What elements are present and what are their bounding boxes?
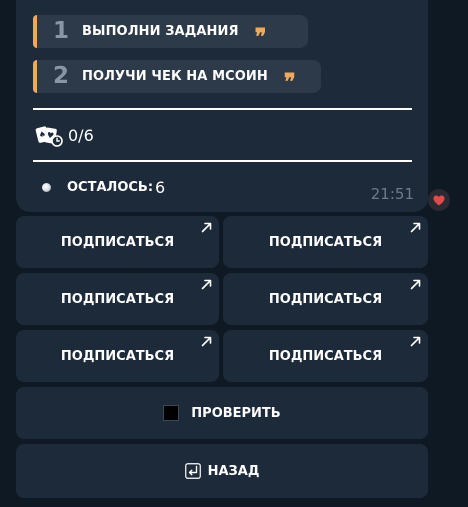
divider-line (33, 160, 412, 162)
remaining-value: 6 (155, 177, 166, 197)
subscribe-button-1[interactable]: ПОДПИСАТЬСЯ (16, 216, 219, 268)
quote-icon: ❞ (254, 23, 267, 50)
reaction-badge[interactable] (428, 189, 450, 211)
button-label: ПОДПИСАТЬСЯ (60, 291, 175, 307)
subscribe-button-6[interactable]: ПОДПИСАТЬСЯ (223, 330, 428, 382)
subscribe-button-3[interactable]: ПОДПИСАТЬСЯ (16, 273, 219, 325)
divider-line (33, 108, 412, 110)
external-link-arrow-icon (410, 222, 421, 233)
external-link-arrow-icon (201, 222, 212, 233)
button-label: ПОДПИСАТЬСЯ (60, 348, 175, 364)
bot-message-bubble: 1 ВЫПОЛНИ ЗАДАНИЯ ❞ 2 ПОЛУЧИ ЧЕК НА MCOИ… (16, 0, 428, 212)
step-number: 2 (52, 63, 69, 89)
external-link-arrow-icon (201, 279, 212, 290)
progress-value: 0/6 (68, 125, 94, 145)
button-label: ПОДПИСАТЬСЯ (268, 291, 383, 307)
subscribe-button-5[interactable]: ПОДПИСАТЬСЯ (16, 330, 219, 382)
button-label: ПОДПИСАТЬСЯ (268, 348, 383, 364)
step-block-2: 2 ПОЛУЧИ ЧЕК НА MCOИН ❞ (33, 60, 321, 93)
heart-icon (433, 195, 445, 205)
progress-counter: ♠ ♥ 0/6 (34, 123, 94, 147)
external-link-arrow-icon (410, 279, 421, 290)
back-button[interactable]: НАЗАД (16, 444, 428, 498)
external-link-arrow-icon (201, 336, 212, 347)
step-text: ВЫПОЛНИ ЗАДАНИЯ (82, 24, 239, 39)
external-link-arrow-icon (410, 336, 421, 347)
quote-icon: ❞ (283, 68, 296, 95)
button-label: ПОДПИСАТЬСЯ (268, 234, 383, 250)
dot-icon (42, 182, 51, 192)
chat-screen: 1 ВЫПОЛНИ ЗАДАНИЯ ❞ 2 ПОЛУЧИ ЧЕК НА MCOИ… (0, 0, 468, 507)
button-label: ПРОВЕРИТЬ (191, 405, 281, 421)
subscribe-button-2[interactable]: ПОДПИСАТЬСЯ (223, 216, 428, 268)
step-number: 1 (52, 18, 69, 44)
message-time: 21:51 (370, 185, 414, 203)
step-block-1: 1 ВЫПОЛНИ ЗАДАНИЯ ❞ (33, 15, 308, 48)
cards-icon: ♠ ♥ (35, 126, 63, 147)
black-square-icon (163, 405, 180, 421)
check-button[interactable]: ПРОВЕРИТЬ (16, 387, 428, 439)
button-label: НАЗАД (207, 463, 260, 479)
remaining-label: ОСТАЛОСЬ: (67, 179, 154, 195)
return-arrow-icon (184, 463, 201, 479)
step-text: ПОЛУЧИ ЧЕК НА MCOИН (82, 69, 268, 84)
subscribe-button-4[interactable]: ПОДПИСАТЬСЯ (223, 273, 428, 325)
button-label: ПОДПИСАТЬСЯ (60, 234, 175, 250)
remaining-row: ОСТАЛОСЬ: 6 (42, 177, 165, 197)
